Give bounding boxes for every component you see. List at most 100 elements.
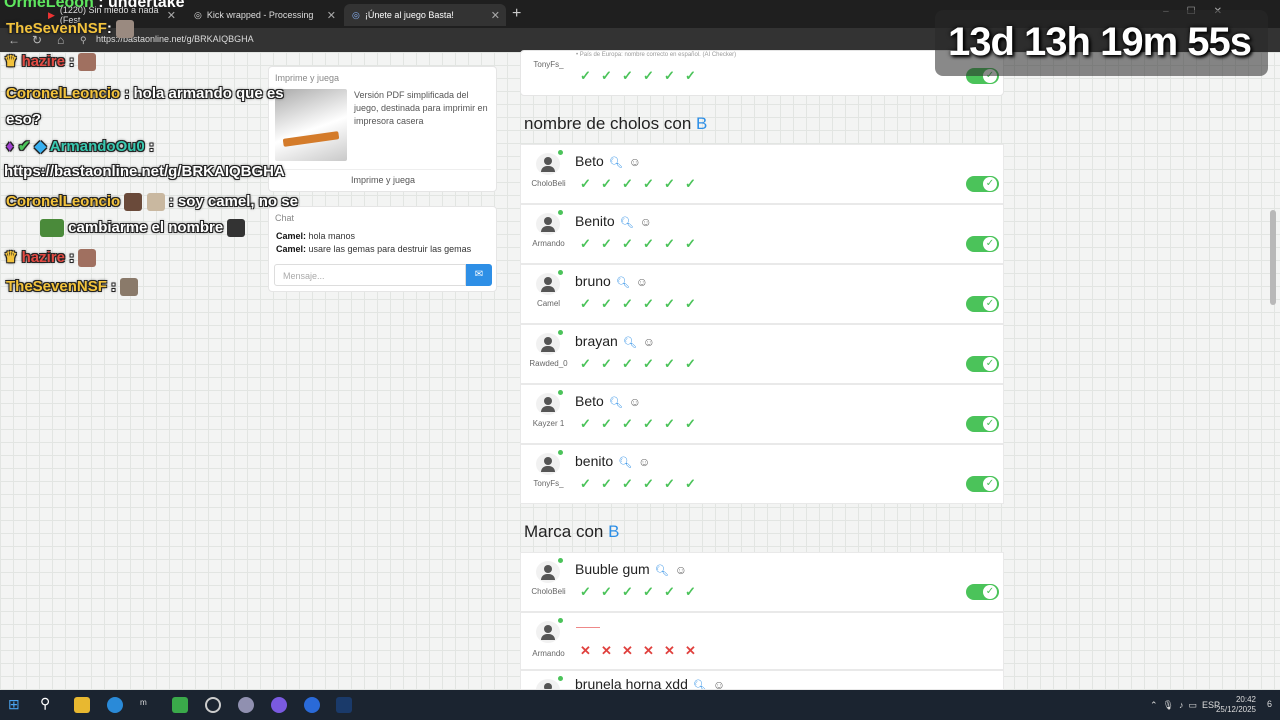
search-icon[interactable]: 🔍︎: [616, 277, 630, 289]
browser-icon[interactable]: [107, 697, 123, 713]
print-button[interactable]: Imprime y juega: [275, 169, 491, 189]
check-icon[interactable]: ✓: [683, 416, 698, 431]
cross-icon[interactable]: ✕: [578, 643, 593, 658]
search-icon[interactable]: 🔍︎: [655, 565, 669, 577]
cross-icon[interactable]: ✕: [683, 643, 698, 658]
smile-icon[interactable]: ☺: [643, 335, 655, 349]
search-icon[interactable]: 🔍︎: [618, 457, 632, 469]
tab-kick[interactable]: ◎ Kick wrapped - Processing ✕: [186, 4, 342, 26]
check-icon[interactable]: ✓: [620, 68, 635, 83]
check-icon[interactable]: ✓: [620, 236, 635, 251]
smile-icon[interactable]: ☺: [636, 275, 648, 289]
app-icon[interactable]: ᵐ: [140, 697, 156, 713]
check-icon[interactable]: ✓: [683, 584, 698, 599]
notification-badge[interactable]: 6: [1267, 699, 1272, 709]
check-icon[interactable]: ✓: [662, 236, 677, 251]
check-icon[interactable]: ✓: [620, 356, 635, 371]
check-icon[interactable]: ✓: [620, 176, 635, 191]
check-icon[interactable]: ✓: [662, 296, 677, 311]
check-icon[interactable]: ✓: [578, 476, 593, 491]
search-icon[interactable]: ⚲: [40, 695, 56, 711]
app-icon[interactable]: [271, 697, 287, 713]
check-icon[interactable]: ✓: [641, 476, 656, 491]
check-icon[interactable]: ✓: [578, 356, 593, 371]
close-icon[interactable]: ✕: [491, 9, 500, 22]
search-icon[interactable]: 🔍︎: [609, 397, 623, 409]
smile-icon[interactable]: ☺: [629, 155, 641, 169]
scrollbar[interactable]: [1270, 210, 1276, 305]
app-icon[interactable]: [172, 697, 188, 713]
check-icon[interactable]: ✓: [683, 476, 698, 491]
check-icon[interactable]: ✓: [599, 176, 614, 191]
check-icon[interactable]: ✓: [578, 236, 593, 251]
check-icon[interactable]: ✓: [599, 476, 614, 491]
cross-icon[interactable]: ✕: [641, 643, 656, 658]
approve-toggle[interactable]: [966, 296, 999, 312]
approve-toggle[interactable]: [966, 236, 999, 252]
check-icon[interactable]: ✓: [641, 416, 656, 431]
check-icon[interactable]: ✓: [578, 68, 593, 83]
check-icon[interactable]: ✓: [599, 584, 614, 599]
check-icon[interactable]: ✓: [599, 236, 614, 251]
check-icon[interactable]: ✓: [620, 416, 635, 431]
check-icon[interactable]: ✓: [620, 476, 635, 491]
search-icon[interactable]: 🔍︎: [620, 217, 634, 229]
smile-icon[interactable]: ☺: [640, 215, 652, 229]
check-icon[interactable]: ✓: [599, 68, 614, 83]
check-icon[interactable]: ✓: [641, 68, 656, 83]
smile-icon[interactable]: ☺: [638, 455, 650, 469]
check-icon[interactable]: ✓: [662, 356, 677, 371]
check-icon[interactable]: ✓: [662, 68, 677, 83]
check-icon[interactable]: ✓: [683, 68, 698, 83]
search-icon[interactable]: 🔍︎: [693, 680, 707, 689]
app-icon[interactable]: [205, 697, 221, 713]
chat-input[interactable]: Mensaje...: [274, 264, 466, 286]
app-icon[interactable]: [238, 697, 254, 713]
windows-start-icon[interactable]: ⊞: [8, 696, 24, 712]
smile-icon[interactable]: ☺: [675, 563, 687, 577]
check-icon[interactable]: ✓: [683, 236, 698, 251]
new-tab-icon[interactable]: +: [512, 5, 521, 23]
check-icon[interactable]: ✓: [662, 584, 677, 599]
approve-toggle[interactable]: [966, 584, 999, 600]
send-button[interactable]: ✉: [466, 264, 492, 286]
check-icon[interactable]: ✓: [662, 176, 677, 191]
smile-icon[interactable]: ☺: [629, 395, 641, 409]
system-tray[interactable]: ⌃ 🎙︎ ♪ ▭ ESP: [1150, 700, 1220, 711]
check-icon[interactable]: ✓: [641, 236, 656, 251]
search-icon[interactable]: 🔍︎: [623, 337, 637, 349]
check-icon[interactable]: ✓: [599, 416, 614, 431]
cross-icon[interactable]: ✕: [662, 643, 677, 658]
check-icon[interactable]: ✓: [641, 296, 656, 311]
approve-toggle[interactable]: [966, 416, 999, 432]
close-icon[interactable]: ✕: [327, 9, 336, 22]
check-icon[interactable]: ✓: [662, 416, 677, 431]
check-icon[interactable]: ✓: [683, 296, 698, 311]
check-icon[interactable]: ✓: [683, 176, 698, 191]
check-icon[interactable]: ✓: [662, 476, 677, 491]
approve-toggle[interactable]: [966, 476, 999, 492]
check-icon[interactable]: ✓: [641, 356, 656, 371]
cross-icon[interactable]: ✕: [599, 643, 614, 658]
check-icon[interactable]: ✓: [599, 356, 614, 371]
check-icon[interactable]: ✓: [578, 176, 593, 191]
check-icon[interactable]: ✓: [620, 296, 635, 311]
cross-icon[interactable]: ✕: [620, 643, 635, 658]
approve-toggle[interactable]: [966, 356, 999, 372]
smile-icon[interactable]: ☺: [713, 678, 725, 689]
steam-icon[interactable]: [336, 697, 352, 713]
check-icon[interactable]: ✓: [578, 584, 593, 599]
check-icon[interactable]: ✓: [641, 176, 656, 191]
clock[interactable]: 20:42 25/12/2025: [1216, 695, 1256, 715]
app-icon[interactable]: [304, 697, 320, 713]
check-icon[interactable]: ✓: [683, 356, 698, 371]
check-icon[interactable]: ✓: [641, 584, 656, 599]
check-icon[interactable]: ✓: [578, 416, 593, 431]
search-icon[interactable]: 🔍︎: [609, 157, 623, 169]
check-icon[interactable]: ✓: [599, 296, 614, 311]
file-explorer-icon[interactable]: [74, 697, 90, 713]
approve-toggle[interactable]: [966, 176, 999, 192]
tab-basta[interactable]: ◎ ¡Únete al juego Basta! ✕: [344, 4, 506, 26]
check-icon[interactable]: ✓: [620, 584, 635, 599]
check-icon[interactable]: ✓: [578, 296, 593, 311]
